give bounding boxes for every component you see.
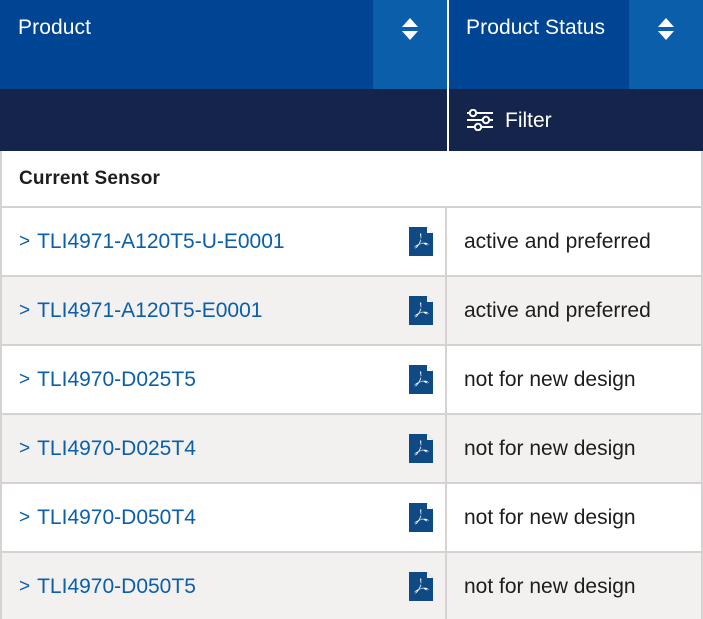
sort-button-product-status[interactable] — [629, 0, 703, 89]
pdf-icon[interactable] — [409, 503, 433, 532]
table-row[interactable]: > TLI4970-D050T4 not for new design — [2, 484, 701, 553]
chevron-right-icon[interactable]: > — [19, 508, 30, 527]
table-header-row: Product Product Status — [0, 0, 703, 89]
group-header-current-sensor: Current Sensor — [2, 151, 701, 208]
table-row[interactable]: > TLI4970-D050T5 not for new design — [2, 553, 701, 619]
filter-label: Filter — [505, 110, 552, 131]
sort-descending-icon — [658, 31, 674, 40]
column-header-product: Product — [0, 0, 447, 89]
filter-sliders-icon — [466, 109, 494, 131]
sort-button-product[interactable] — [373, 0, 447, 89]
cell-product: > TLI4970-D050T4 — [2, 484, 447, 551]
table-row[interactable]: > TLI4971-A120T5-E0001 active and prefer… — [2, 277, 701, 346]
product-table: Product Product Status — [0, 0, 703, 619]
chevron-right-icon[interactable]: > — [19, 232, 30, 251]
cell-product-status: active and preferred — [447, 277, 703, 344]
pdf-icon[interactable] — [409, 296, 433, 325]
group-header-label: Current Sensor — [19, 168, 160, 190]
cell-product-status: not for new design — [447, 415, 703, 482]
chevron-right-icon[interactable]: > — [19, 439, 30, 458]
product-link[interactable]: TLI4970-D050T5 — [37, 574, 409, 600]
chevron-right-icon[interactable]: > — [19, 370, 30, 389]
product-link[interactable]: TLI4970-D050T4 — [37, 505, 409, 531]
pdf-icon[interactable] — [409, 434, 433, 463]
sort-ascending-icon — [658, 18, 674, 27]
cell-product-status: not for new design — [447, 553, 703, 619]
status-badge: not for new design — [464, 574, 636, 600]
sort-ascending-icon — [402, 18, 418, 27]
chevron-right-icon[interactable]: > — [19, 577, 30, 596]
status-badge: not for new design — [464, 367, 636, 393]
product-link[interactable]: TLI4970-D025T4 — [37, 436, 409, 462]
sort-updown-icon — [658, 18, 674, 40]
table-row[interactable]: > TLI4970-D025T4 not for new design — [2, 415, 701, 484]
pdf-icon[interactable] — [409, 227, 433, 256]
column-header-product-status-label: Product Status — [449, 0, 629, 89]
status-badge: active and preferred — [464, 298, 651, 324]
status-badge: active and preferred — [464, 229, 651, 255]
cell-product: > TLI4970-D025T5 — [2, 346, 447, 413]
pdf-icon[interactable] — [409, 572, 433, 601]
column-header-product-label: Product — [0, 0, 373, 89]
column-header-product-status: Product Status — [447, 0, 703, 89]
cell-product: > TLI4971-A120T5-U-E0001 — [2, 208, 447, 275]
cell-product-status: active and preferred — [447, 208, 703, 275]
status-badge: not for new design — [464, 505, 636, 531]
filter-cell-product — [0, 89, 447, 151]
product-link[interactable]: TLI4970-D025T5 — [37, 367, 409, 393]
chevron-right-icon[interactable]: > — [19, 301, 30, 320]
status-badge: not for new design — [464, 436, 636, 462]
sort-descending-icon — [402, 31, 418, 40]
pdf-icon[interactable] — [409, 365, 433, 394]
table-row[interactable]: > TLI4970-D025T5 not for new design — [2, 346, 701, 415]
cell-product: > TLI4971-A120T5-E0001 — [2, 277, 447, 344]
cell-product-status: not for new design — [447, 484, 703, 551]
product-link[interactable]: TLI4971-A120T5-U-E0001 — [37, 229, 409, 255]
product-link[interactable]: TLI4971-A120T5-E0001 — [37, 298, 409, 324]
cell-product: > TLI4970-D050T5 — [2, 553, 447, 619]
sort-updown-icon — [402, 18, 418, 40]
table-body: Current Sensor > TLI4971-A120T5-U-E0001 … — [0, 151, 703, 619]
filter-row: Filter — [0, 89, 703, 151]
cell-product: > TLI4970-D025T4 — [2, 415, 447, 482]
cell-product-status: not for new design — [447, 346, 703, 413]
filter-button-product-status[interactable]: Filter — [447, 89, 703, 151]
table-row[interactable]: > TLI4971-A120T5-U-E0001 active and pref… — [2, 208, 701, 277]
